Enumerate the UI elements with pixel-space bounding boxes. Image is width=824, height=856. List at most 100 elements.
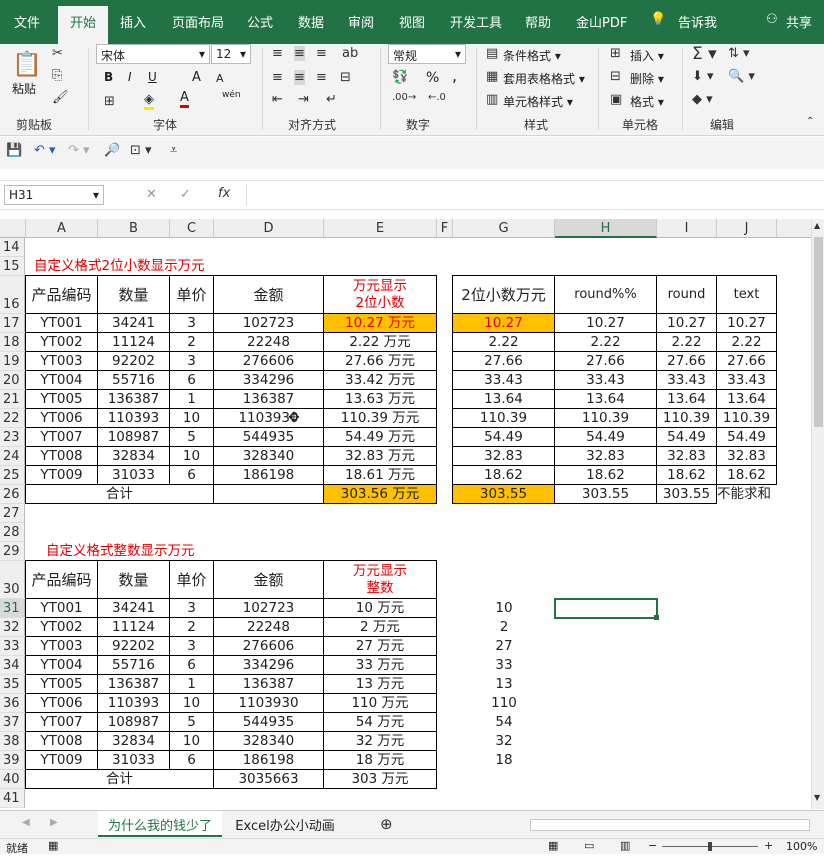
worksheet-grid[interactable]: A B C D E F G H I J 14 15 16 17 18 19 20 21 22 23… [0,219,811,809]
zoom-in-icon[interactable]: + [764,839,773,852]
row-header[interactable]: 17 [0,314,25,333]
tab-formulas[interactable]: 公式 [247,12,273,31]
row-header[interactable]: 15 [0,257,25,276]
row-header[interactable]: 18 [0,333,25,352]
format-as-table-button[interactable]: 套用表格格式 ▾ [503,70,585,87]
font-color-button[interactable]: A [180,90,189,108]
row-header[interactable]: 21 [0,390,25,409]
row-header[interactable]: 19 [0,352,25,371]
clear-icon[interactable]: ◆ ▾ [692,92,713,107]
zoom-slider-thumb[interactable] [708,842,712,851]
page-break-view-icon[interactable]: ▥ [620,839,630,852]
row-header[interactable]: 14 [0,238,25,257]
fill-icon[interactable]: ⬇ ▾ [692,69,714,84]
section-title[interactable]: 自定义格式整数显示万元 [26,542,324,561]
percent-button[interactable]: % [426,70,439,86]
undo-icon[interactable]: ↶ ▾ [34,143,56,158]
column-header[interactable]: J [717,219,777,238]
paste-button[interactable]: 粘贴 [12,80,36,97]
tab-insert[interactable]: 插入 [120,12,146,31]
font-size-select[interactable]: 12 ▾ [211,44,251,64]
column-header[interactable]: I [657,219,717,238]
row-header[interactable]: 25 [0,466,25,485]
tab-developer[interactable]: 开发工具 [450,12,502,31]
table-cell[interactable]: 110 [453,694,555,713]
find-select-icon[interactable]: 🔍 ▾ [728,69,755,84]
column-header[interactable]: E [324,219,437,238]
redo-icon[interactable]: ↷ ▾ [68,143,90,158]
copy-icon[interactable]: ⎘ [52,68,62,83]
row-header[interactable]: 34 [0,656,25,675]
grow-font-button[interactable]: A [192,70,201,85]
table-cell[interactable]: 2 [453,618,555,637]
align-top-icon[interactable]: ≡ [272,46,283,61]
sort-filter-icon[interactable]: ⇅ ▾ [728,46,750,61]
shrink-font-button[interactable]: A [216,72,224,85]
row-header[interactable]: 23 [0,428,25,447]
active-cell-selection[interactable] [554,598,658,619]
format-painter-icon[interactable]: 🖌 [52,90,69,105]
scroll-thumb[interactable] [814,237,823,427]
insert-cells-button[interactable]: 插入 ▾ [630,47,664,64]
row-header[interactable]: 32 [0,618,25,637]
insert-function-icon[interactable]: fx [218,186,230,201]
row-header[interactable]: 35 [0,675,25,694]
normal-view-icon[interactable]: ▦ [548,839,558,852]
row-header[interactable]: 27 [0,504,25,523]
tab-page-layout[interactable]: 页面布局 [172,12,224,31]
tab-file[interactable]: 文件 [14,12,40,31]
conditional-format-button[interactable]: 条件格式 ▾ [503,47,561,64]
row-header[interactable]: 20 [0,371,25,390]
align-right-icon[interactable]: ≡ [316,70,327,85]
fill-handle[interactable] [654,615,659,620]
table-cell[interactable]: 33 [453,656,555,675]
increase-indent-icon[interactable]: ⇥ [298,92,309,107]
sheet-tab-active[interactable]: 为什么我的钱少了 [98,811,222,837]
paste-icon[interactable]: 📋 [12,50,42,78]
scroll-up-icon[interactable]: ▲ [814,221,820,230]
autosum-icon[interactable]: Σ ▾ [692,44,717,64]
name-box[interactable]: H31 ▾ [4,185,104,205]
row-header[interactable]: 22 [0,409,25,428]
row-header[interactable]: 41 [0,789,25,808]
row-header[interactable]: 36 [0,694,25,713]
tab-review[interactable]: 审阅 [348,12,374,31]
comma-button[interactable]: , [452,66,457,85]
row-header[interactable]: 28 [0,523,25,542]
align-middle-icon[interactable]: ≡ [294,46,305,61]
column-header[interactable]: C [170,219,214,238]
font-name-select[interactable]: 宋体 ▾ [96,44,210,64]
prev-sheet-icon[interactable]: ◀ [22,817,30,828]
select-all-corner[interactable] [0,219,26,238]
row-header[interactable]: 26 [0,485,25,504]
screenshot-icon[interactable]: ⊡ ▾ [130,143,152,158]
table-cell[interactable]: 32 [453,732,555,751]
phonetic-button[interactable]: wén [222,90,241,100]
column-header[interactable]: F [437,219,453,238]
horizontal-scrollbar[interactable] [530,819,810,831]
zoom-out-icon[interactable]: − [648,839,657,852]
column-header[interactable]: D [214,219,324,238]
sheet-tab[interactable]: Excel办公小动画 [226,811,344,837]
decrease-indent-icon[interactable]: ⇤ [272,92,283,107]
vertical-scrollbar[interactable]: ▲ ▼ [811,219,824,809]
print-preview-icon[interactable]: 🔎 [104,143,120,158]
confirm-icon[interactable]: ✓ [180,187,191,202]
row-header[interactable]: 38 [0,732,25,751]
column-header[interactable]: G [453,219,555,238]
tab-data[interactable]: 数据 [298,12,324,31]
section-title[interactable]: 自定义格式2位小数显示万元 [26,257,324,276]
decrease-decimal-icon[interactable]: ←.0 [428,92,446,103]
orientation-icon[interactable]: ab [342,46,358,61]
underline-button[interactable]: U [148,70,157,84]
row-header[interactable]: 31 [0,599,25,618]
tab-kingsoft-pdf[interactable]: 金山PDF [576,12,627,31]
tab-view[interactable]: 视图 [399,12,425,31]
cut-icon[interactable]: ✂ [52,46,63,61]
macro-record-icon[interactable]: ▦ [48,839,58,852]
table-cell[interactable]: 13 [453,675,555,694]
align-center-icon[interactable]: ≡ [294,70,305,85]
table-cell[interactable]: 27 [453,637,555,656]
customize-toolbar-icon[interactable]: ⩡ [170,143,177,158]
share-icon[interactable]: ⚇ [766,12,778,27]
